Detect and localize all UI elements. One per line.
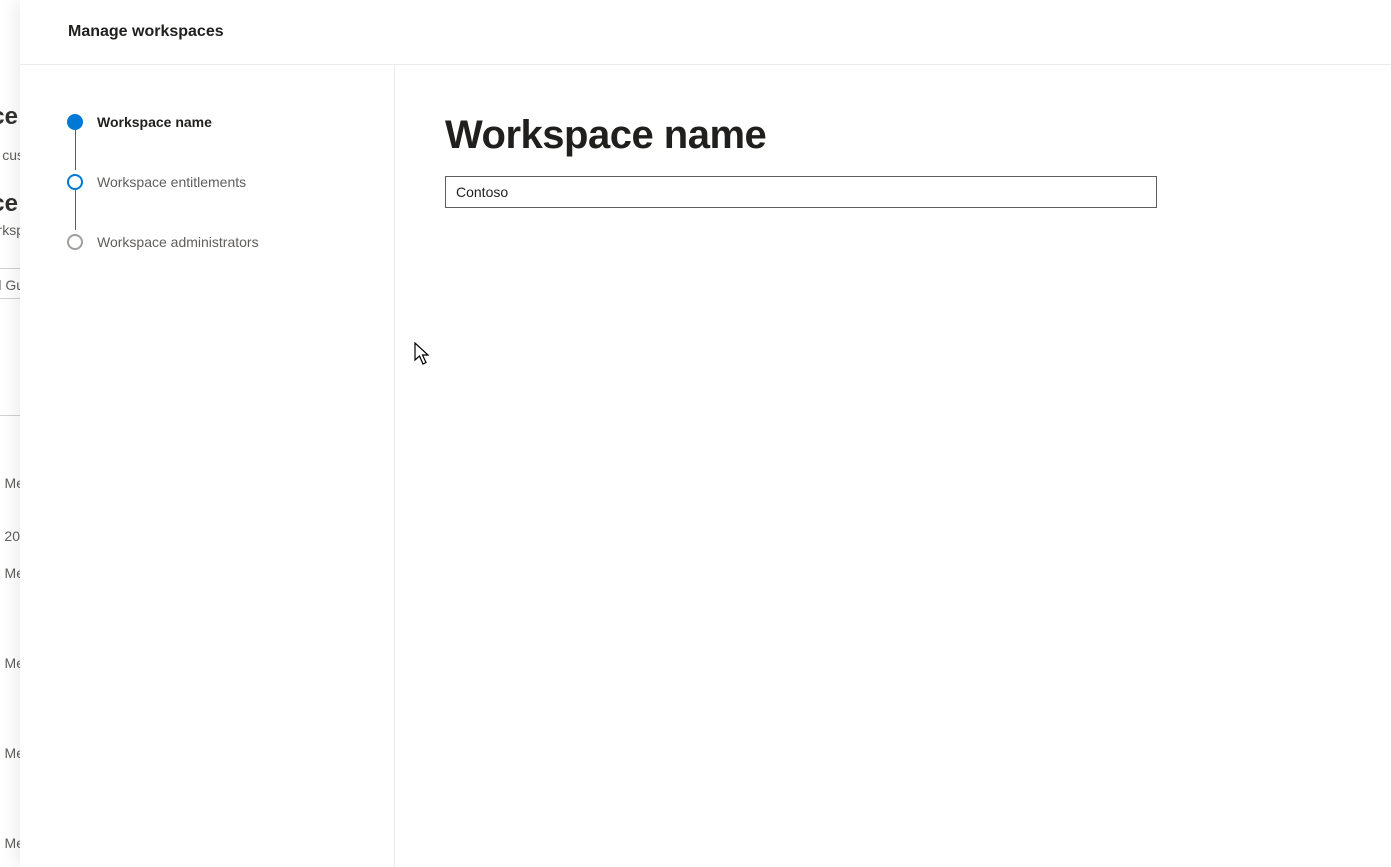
step-workspace-name[interactable]: Workspace name [67,110,394,134]
bg-fragment: Me [5,655,20,671]
step-label: Workspace name [97,114,212,130]
panel-body: Workspace name Workspace entitlements Wo… [20,65,1391,867]
bg-fragment: Me [5,745,20,761]
bg-fragment: Me [5,835,20,851]
step-indicator-upcoming-icon [67,234,83,250]
bg-divider [0,268,20,269]
wizard-step-nav: Workspace name Workspace entitlements Wo… [20,65,395,867]
step-label: Workspace entitlements [97,174,246,190]
bg-fragment: rksp [0,222,20,238]
bg-fragment: 20 [4,528,20,544]
step-indicator-upcoming-icon [67,174,83,190]
bg-divider [0,298,20,299]
bg-fragment: l Gu [0,277,20,293]
bg-fragment: Me [5,565,20,581]
step-workspace-administrators[interactable]: Workspace administrators [67,230,394,254]
step-connector [75,190,76,230]
workspace-name-input[interactable] [445,176,1157,208]
background-underlay: ce cus ce rksp l Gu Me 20 Me Me Me Me [0,0,20,867]
step-connector [75,130,76,170]
bg-fragment: cus [2,147,20,163]
panel-title: Manage workspaces [68,23,224,41]
page-title: Workspace name [445,113,1341,158]
bg-fragment: ce [0,103,18,131]
bg-fragment: ce [0,190,18,218]
panel-header: Manage workspaces [20,0,1391,65]
main-content: Workspace name [395,65,1391,867]
step-label: Workspace administrators [97,234,259,250]
manage-workspaces-panel: Manage workspaces Workspace name Workspa… [20,0,1391,867]
bg-fragment: Me [5,475,20,491]
step-workspace-entitlements[interactable]: Workspace entitlements [67,170,394,194]
bg-divider [0,415,20,416]
step-indicator-active-icon [67,114,83,130]
